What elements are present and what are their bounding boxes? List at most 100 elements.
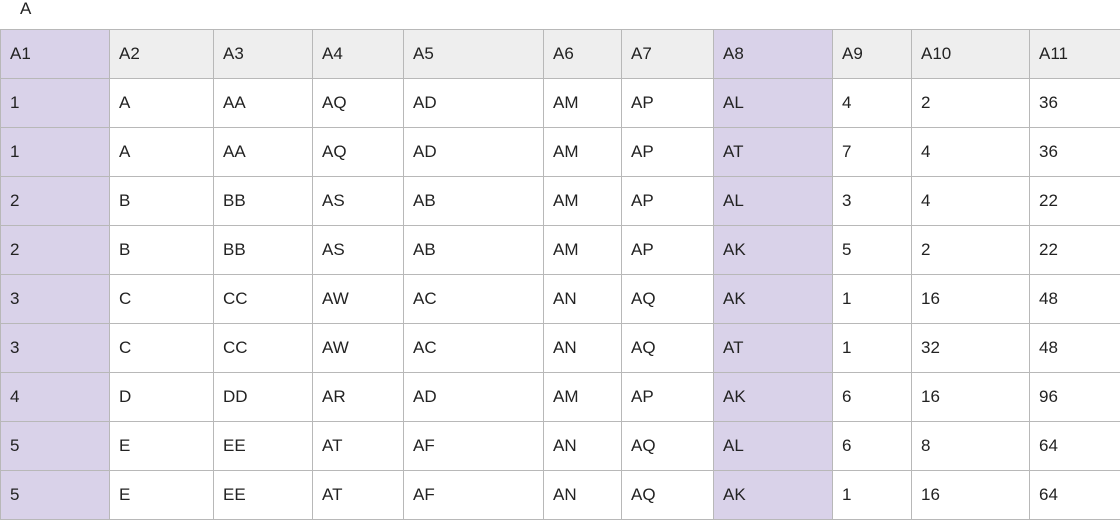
cell-a10[interactable]: 16	[911, 470, 1030, 520]
cell-a8[interactable]: AK	[713, 470, 833, 520]
column-header-a1[interactable]: A1	[0, 29, 110, 79]
cell-a4[interactable]: AS	[312, 176, 404, 226]
cell-a9[interactable]: 5	[832, 225, 912, 275]
cell-a4[interactable]: AQ	[312, 78, 404, 128]
cell-a11[interactable]: 22	[1029, 176, 1120, 226]
cell-a2[interactable]: E	[109, 421, 214, 471]
column-header-a9[interactable]: A9	[832, 29, 912, 79]
cell-a6[interactable]: AM	[543, 372, 622, 422]
column-header-a3[interactable]: A3	[213, 29, 313, 79]
cell-a3[interactable]: CC	[213, 323, 313, 373]
cell-a1[interactable]: 2	[0, 176, 110, 226]
cell-a11[interactable]: 22	[1029, 225, 1120, 275]
cell-a5[interactable]: AC	[403, 323, 544, 373]
cell-a10[interactable]: 16	[911, 372, 1030, 422]
cell-a10[interactable]: 4	[911, 176, 1030, 226]
cell-a4[interactable]: AT	[312, 470, 404, 520]
cell-a4[interactable]: AR	[312, 372, 404, 422]
cell-a2[interactable]: E	[109, 470, 214, 520]
cell-a11[interactable]: 64	[1029, 421, 1120, 471]
cell-a7[interactable]: AQ	[621, 274, 714, 324]
cell-a3[interactable]: DD	[213, 372, 313, 422]
cell-a1[interactable]: 4	[0, 372, 110, 422]
cell-a5[interactable]: AC	[403, 274, 544, 324]
cell-a3[interactable]: AA	[213, 127, 313, 177]
cell-a9[interactable]: 4	[832, 78, 912, 128]
cell-a2[interactable]: A	[109, 127, 214, 177]
cell-a4[interactable]: AW	[312, 323, 404, 373]
cell-a2[interactable]: B	[109, 176, 214, 226]
cell-a6[interactable]: AN	[543, 323, 622, 373]
cell-a7[interactable]: AQ	[621, 323, 714, 373]
cell-a6[interactable]: AN	[543, 274, 622, 324]
cell-a9[interactable]: 6	[832, 372, 912, 422]
cell-a10[interactable]: 4	[911, 127, 1030, 177]
cell-a3[interactable]: EE	[213, 470, 313, 520]
cell-a1[interactable]: 5	[0, 470, 110, 520]
cell-a7[interactable]: AP	[621, 176, 714, 226]
cell-a10[interactable]: 8	[911, 421, 1030, 471]
cell-a10[interactable]: 2	[911, 225, 1030, 275]
cell-a10[interactable]: 2	[911, 78, 1030, 128]
cell-a1[interactable]: 1	[0, 127, 110, 177]
cell-a1[interactable]: 2	[0, 225, 110, 275]
cell-a8[interactable]: AK	[713, 372, 833, 422]
cell-a6[interactable]: AN	[543, 470, 622, 520]
cell-a11[interactable]: 64	[1029, 470, 1120, 520]
cell-a5[interactable]: AF	[403, 470, 544, 520]
cell-a9[interactable]: 1	[832, 470, 912, 520]
cell-a3[interactable]: CC	[213, 274, 313, 324]
cell-a11[interactable]: 48	[1029, 274, 1120, 324]
cell-a8[interactable]: AT	[713, 127, 833, 177]
cell-a5[interactable]: AB	[403, 176, 544, 226]
cell-a1[interactable]: 3	[0, 323, 110, 373]
cell-a7[interactable]: AP	[621, 127, 714, 177]
column-header-a5[interactable]: A5	[403, 29, 544, 79]
cell-a10[interactable]: 16	[911, 274, 1030, 324]
cell-a9[interactable]: 1	[832, 323, 912, 373]
cell-a3[interactable]: AA	[213, 78, 313, 128]
cell-a7[interactable]: AP	[621, 225, 714, 275]
column-header-a6[interactable]: A6	[543, 29, 622, 79]
cell-a2[interactable]: C	[109, 323, 214, 373]
cell-a7[interactable]: AP	[621, 78, 714, 128]
cell-a11[interactable]: 48	[1029, 323, 1120, 373]
cell-a5[interactable]: AB	[403, 225, 544, 275]
cell-a2[interactable]: D	[109, 372, 214, 422]
cell-a4[interactable]: AS	[312, 225, 404, 275]
cell-a1[interactable]: 3	[0, 274, 110, 324]
cell-a3[interactable]: BB	[213, 176, 313, 226]
cell-a4[interactable]: AT	[312, 421, 404, 471]
column-header-a7[interactable]: A7	[621, 29, 714, 79]
cell-a1[interactable]: 1	[0, 78, 110, 128]
column-header-a10[interactable]: A10	[911, 29, 1030, 79]
cell-a8[interactable]: AL	[713, 421, 833, 471]
column-header-a8[interactable]: A8	[713, 29, 833, 79]
cell-a4[interactable]: AW	[312, 274, 404, 324]
cell-a2[interactable]: A	[109, 78, 214, 128]
cell-a6[interactable]: AM	[543, 78, 622, 128]
cell-a3[interactable]: EE	[213, 421, 313, 471]
cell-a8[interactable]: AK	[713, 274, 833, 324]
cell-a5[interactable]: AD	[403, 78, 544, 128]
cell-a6[interactable]: AM	[543, 127, 622, 177]
cell-a7[interactable]: AQ	[621, 421, 714, 471]
cell-a7[interactable]: AQ	[621, 470, 714, 520]
cell-a6[interactable]: AM	[543, 176, 622, 226]
column-header-a4[interactable]: A4	[312, 29, 404, 79]
cell-a5[interactable]: AD	[403, 127, 544, 177]
cell-a8[interactable]: AL	[713, 176, 833, 226]
cell-a7[interactable]: AP	[621, 372, 714, 422]
cell-a9[interactable]: 3	[832, 176, 912, 226]
cell-a3[interactable]: BB	[213, 225, 313, 275]
cell-a11[interactable]: 36	[1029, 127, 1120, 177]
cell-a9[interactable]: 6	[832, 421, 912, 471]
cell-a11[interactable]: 36	[1029, 78, 1120, 128]
column-header-a11[interactable]: A11	[1029, 29, 1120, 79]
column-header-a2[interactable]: A2	[109, 29, 214, 79]
cell-a6[interactable]: AM	[543, 225, 622, 275]
cell-a6[interactable]: AN	[543, 421, 622, 471]
cell-a2[interactable]: B	[109, 225, 214, 275]
cell-a5[interactable]: AD	[403, 372, 544, 422]
cell-a5[interactable]: AF	[403, 421, 544, 471]
